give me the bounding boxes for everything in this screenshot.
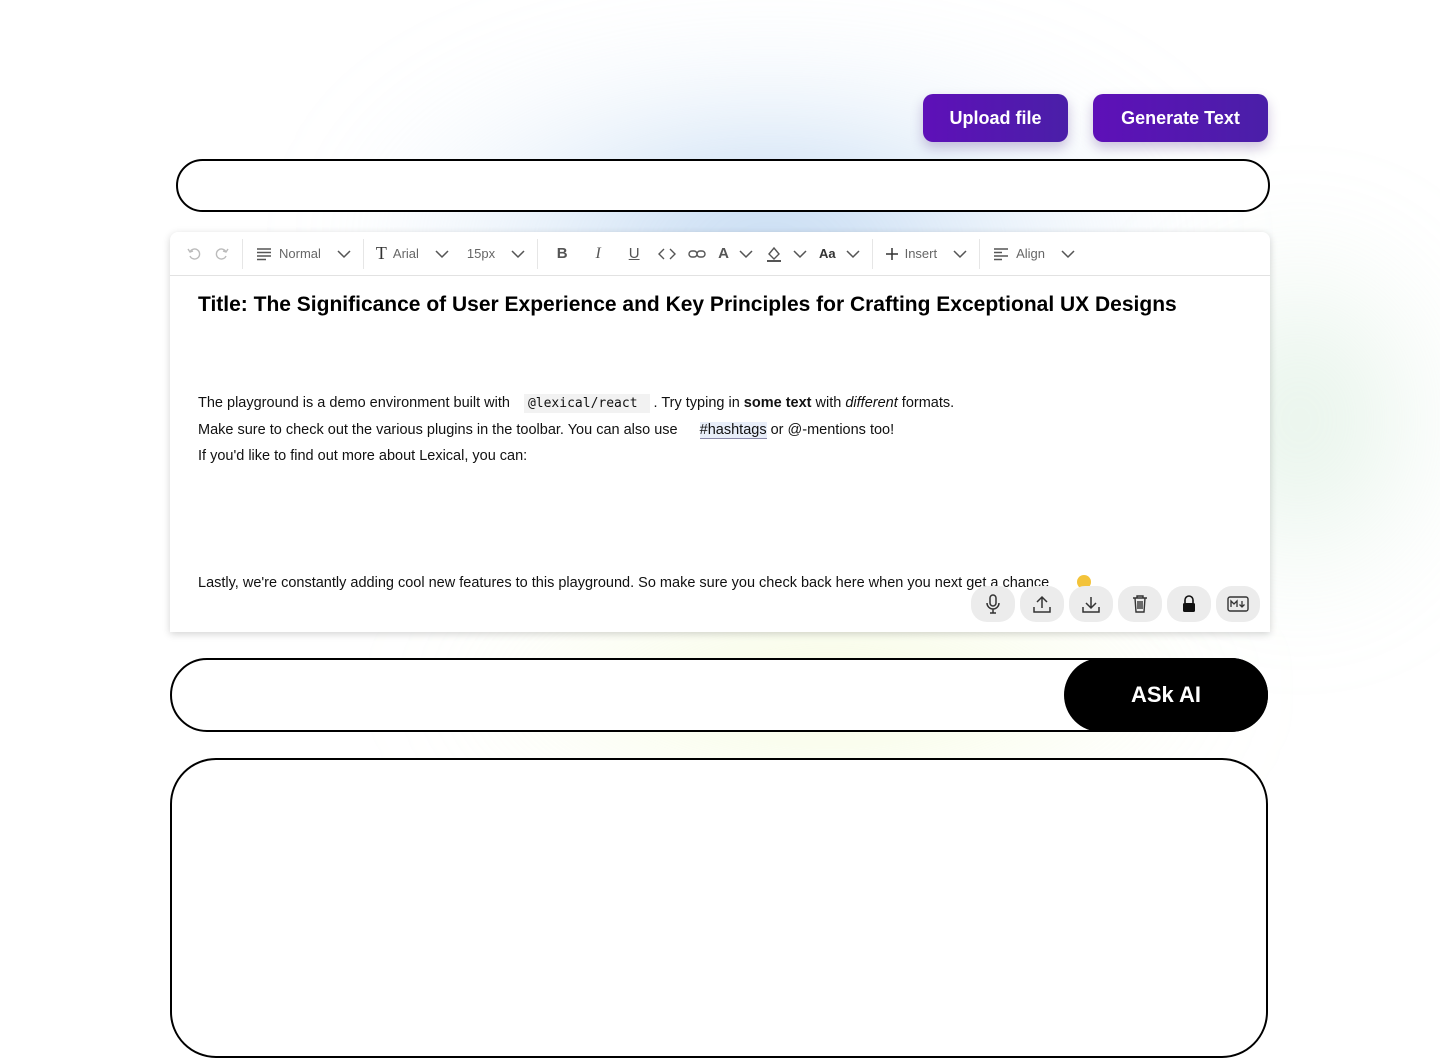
toolbar-divider — [871, 238, 873, 269]
toolbar-divider — [537, 238, 539, 269]
generate-text-button[interactable]: Generate Text — [1093, 94, 1268, 142]
bold-text: some text — [743, 395, 812, 411]
editor-toolbar: Normal T Arial 15px B I U A Aa Insert Al… — [170, 232, 1270, 276]
toolbar-divider — [362, 238, 364, 269]
text-span: . Try typing in — [653, 395, 740, 411]
highlight-color-dropdown[interactable] — [759, 238, 813, 270]
bold-icon[interactable]: B — [544, 238, 580, 270]
chevron-down-icon — [1061, 249, 1075, 258]
microphone-icon[interactable] — [971, 586, 1015, 622]
chevron-down-icon — [435, 249, 449, 258]
align-left-icon — [994, 247, 1009, 260]
ai-output-box — [170, 758, 1268, 1058]
font-icon: T — [375, 243, 387, 263]
upload-file-button[interactable]: Upload file — [923, 94, 1068, 142]
hashtag[interactable]: #hashtags — [699, 422, 767, 439]
chevron-down-icon — [846, 249, 860, 258]
ask-ai-input[interactable]: ASk AI — [170, 658, 1268, 732]
rich-text-editor[interactable]: Normal T Arial 15px B I U A Aa Insert Al… — [170, 232, 1270, 632]
italic-text: different — [845, 395, 898, 411]
trash-icon[interactable] — [1118, 586, 1162, 622]
highlight-icon — [766, 246, 781, 262]
font-size-label: 15px — [466, 246, 496, 261]
editor-actions — [971, 586, 1260, 622]
chevron-down-icon — [337, 249, 351, 258]
toolbar-divider — [979, 238, 981, 269]
block-type-label: Normal — [279, 246, 321, 261]
paragraph-3: If you'd like to find out more about Lex… — [198, 448, 528, 464]
upload-icon[interactable] — [1020, 586, 1064, 622]
lock-icon[interactable] — [1167, 586, 1211, 622]
text-case-dropdown[interactable]: Aa — [813, 238, 866, 270]
inline-code: @lexical/react — [523, 394, 650, 413]
align-label: Align — [1016, 246, 1046, 261]
paragraph-icon — [257, 247, 271, 260]
markdown-icon[interactable] — [1216, 586, 1260, 622]
download-icon[interactable] — [1069, 586, 1113, 622]
block-type-dropdown[interactable]: Normal — [249, 238, 357, 270]
ask-ai-button[interactable]: ASk AI — [1064, 658, 1268, 732]
insert-dropdown[interactable]: Insert — [879, 238, 974, 270]
text-color-icon: A — [718, 245, 729, 262]
text-span: formats. — [901, 395, 955, 411]
paragraph-2: Make sure to check out the various plugi… — [198, 417, 1242, 443]
chevron-down-icon — [953, 249, 967, 258]
text-span: Lastly, we're constantly adding cool new… — [198, 575, 1050, 591]
font-family-dropdown[interactable]: T Arial — [370, 238, 455, 270]
chevron-down-icon — [511, 249, 525, 258]
document-title: Title: The Significance of User Experien… — [198, 293, 1177, 316]
font-size-dropdown[interactable]: 15px — [455, 238, 531, 270]
prompt-input[interactable] — [176, 159, 1270, 212]
empty-list-space — [198, 469, 1242, 570]
undo-icon[interactable] — [180, 238, 208, 270]
italic-icon[interactable]: I — [580, 238, 616, 270]
text-color-dropdown[interactable]: A — [712, 238, 759, 270]
text-span: or @-mentions too! — [770, 422, 895, 438]
editor-content[interactable]: Title: The Significance of User Experien… — [170, 276, 1270, 610]
redo-icon[interactable] — [208, 238, 236, 270]
underline-icon[interactable]: U — [616, 238, 652, 270]
chevron-down-icon — [739, 249, 753, 258]
align-dropdown[interactable]: Align — [986, 238, 1081, 270]
text-case-icon: Aa — [818, 246, 836, 261]
toolbar-divider — [242, 238, 243, 269]
code-icon[interactable] — [652, 238, 682, 270]
insert-label: Insert — [904, 246, 938, 261]
text-span: with — [815, 395, 842, 411]
font-family-label: Arial — [392, 246, 419, 261]
text-span: Make sure to check out the various plugi… — [198, 422, 678, 438]
text-span: The playground is a demo environment bui… — [198, 395, 510, 411]
paragraph-1: The playground is a demo environment bui… — [198, 390, 1242, 417]
plus-icon — [885, 247, 898, 260]
link-icon[interactable] — [682, 238, 712, 270]
chevron-down-icon — [793, 249, 807, 258]
